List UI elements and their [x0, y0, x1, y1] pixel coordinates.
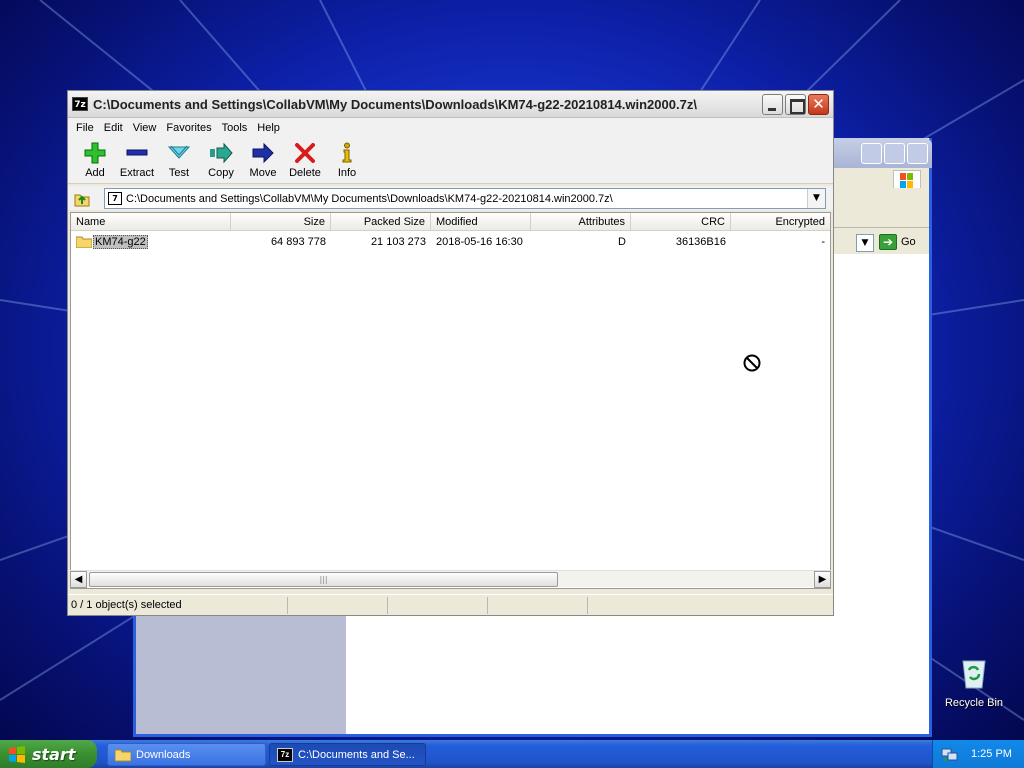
column-size[interactable]: Size	[231, 213, 331, 231]
close-icon: ✕	[812, 95, 825, 113]
folder-icon	[114, 748, 132, 762]
taskbar-item-label: Downloads	[136, 748, 191, 761]
window-titlebar[interactable]: 7z C:\Documents and Settings\CollabVM\My…	[68, 91, 833, 118]
menu-file[interactable]: File	[72, 122, 100, 134]
row-name: KM74-g22	[93, 235, 148, 249]
row-modified: 2018-05-16 16:30	[436, 236, 523, 248]
move-button[interactable]: Move	[242, 138, 284, 183]
extract-button[interactable]: Extract	[116, 138, 158, 183]
start-label: start	[32, 744, 76, 764]
column-crc[interactable]: CRC	[631, 213, 731, 231]
minimize-button[interactable]	[762, 94, 783, 115]
status-bar: 0 / 1 object(s) selected	[68, 594, 833, 615]
delete-label: Delete	[289, 167, 321, 179]
minimize-icon	[763, 95, 782, 114]
archive-icon: 7	[108, 192, 122, 205]
recycle-bin-label: Recycle Bin	[944, 697, 1004, 709]
column-modified[interactable]: Modified	[431, 213, 531, 231]
info-icon	[335, 142, 359, 164]
taskbar-item-label: C:\Documents and Se...	[298, 748, 415, 761]
go-button[interactable]: ➔ Go	[879, 234, 916, 250]
7zip-app-icon: 7z	[72, 97, 88, 111]
path-value: C:\Documents and Settings\CollabVM\My Do…	[126, 192, 613, 205]
recycle-bin-icon	[962, 660, 986, 689]
network-icon[interactable]	[941, 746, 959, 762]
delete-icon	[293, 142, 317, 164]
add-icon	[83, 142, 107, 164]
status-segment-2	[288, 596, 388, 614]
menu-tools[interactable]: Tools	[218, 122, 254, 134]
start-button[interactable]: start	[0, 740, 97, 768]
menu-view[interactable]: View	[129, 122, 163, 134]
path-dropdown-button[interactable]: ▼	[807, 189, 825, 208]
background-maximize-button[interactable]	[884, 143, 905, 164]
address-bar: 7 C:\Documents and Settings\CollabVM\My …	[68, 186, 833, 210]
menu-help[interactable]: Help	[253, 122, 286, 134]
test-button[interactable]: Test	[158, 138, 200, 183]
test-label: Test	[168, 167, 190, 179]
unavailable-cursor-icon	[743, 354, 761, 372]
extract-icon	[125, 142, 149, 164]
column-encrypted[interactable]: Encrypted	[731, 213, 830, 231]
status-segment-4	[488, 596, 588, 614]
add-button[interactable]: Add	[74, 138, 116, 183]
copy-button[interactable]: Copy	[200, 138, 242, 183]
close-button[interactable]: ✕	[808, 94, 829, 115]
recycle-bin[interactable]: Recycle Bin	[938, 656, 1010, 709]
toolbar: Add Extract Test Copy Move Delete Info	[68, 138, 833, 184]
test-icon	[167, 142, 191, 164]
row-size: 64 893 778	[270, 236, 326, 248]
scroll-right-button[interactable]: ▶	[814, 571, 831, 588]
row-crc: 36136B16	[675, 236, 726, 248]
status-selection: 0 / 1 object(s) selected	[68, 596, 288, 614]
scroll-thumb[interactable]: |||	[89, 572, 558, 587]
status-segment-3	[388, 596, 488, 614]
system-tray: 1:25 PM	[932, 740, 1024, 768]
column-packed-size[interactable]: Packed Size	[331, 213, 431, 231]
taskbar-item-7zip[interactable]: 7z C:\Documents and Se...	[269, 743, 426, 766]
copy-label: Copy	[208, 167, 234, 179]
table-row[interactable]: KM74-g22 64 893 778 21 103 273 2018-05-1…	[71, 233, 830, 251]
path-input[interactable]: 7 C:\Documents and Settings\CollabVM\My …	[104, 188, 826, 209]
up-folder-icon	[74, 194, 90, 207]
menubar: File Edit View Favorites Tools Help	[68, 118, 833, 138]
background-minimize-button[interactable]	[861, 143, 882, 164]
info-label: Info	[337, 167, 357, 179]
move-icon	[251, 142, 275, 164]
row-packed-size: 21 103 273	[370, 236, 426, 248]
up-folder-button[interactable]	[73, 189, 91, 207]
windows-flag-icon	[8, 745, 26, 763]
background-address-dropdown[interactable]: ▼	[856, 234, 874, 252]
taskbar-item-downloads[interactable]: Downloads	[107, 743, 266, 766]
copy-icon	[209, 142, 233, 164]
7zip-file-manager-window[interactable]: 7z C:\Documents and Settings\CollabVM\My…	[67, 90, 834, 616]
background-close-button[interactable]	[907, 143, 928, 164]
extract-label: Extract	[119, 167, 155, 179]
cell-name: KM74-g22	[71, 235, 231, 249]
list-header: Name Size Packed Size Modified Attribute…	[71, 213, 830, 231]
row-attributes: D	[618, 236, 626, 248]
column-attributes[interactable]: Attributes	[531, 213, 631, 231]
7zip-icon: 7z	[277, 747, 293, 762]
go-label: Go	[901, 236, 916, 248]
row-encrypted: -	[821, 236, 825, 248]
maximize-icon	[786, 95, 805, 114]
scroll-left-button[interactable]: ◀	[70, 571, 87, 588]
clock: 1:25 PM	[971, 748, 1012, 760]
delete-button[interactable]: Delete	[284, 138, 326, 183]
taskbar: start Downloads 7z C:\Documents and Se..…	[0, 740, 1024, 768]
menu-favorites[interactable]: Favorites	[162, 122, 217, 134]
menu-edit[interactable]: Edit	[100, 122, 129, 134]
move-label: Move	[249, 167, 277, 179]
window-title: C:\Documents and Settings\CollabVM\My Do…	[93, 96, 697, 112]
maximize-button[interactable]	[785, 94, 806, 115]
horizontal-scrollbar[interactable]: ◀ ||| ▶	[70, 570, 831, 588]
file-list[interactable]: Name Size Packed Size Modified Attribute…	[70, 212, 831, 589]
go-arrow-icon: ➔	[879, 234, 897, 250]
folder-icon	[75, 236, 93, 249]
column-name[interactable]: Name	[71, 213, 231, 231]
info-button[interactable]: Info	[326, 138, 368, 183]
add-label: Add	[85, 167, 105, 179]
